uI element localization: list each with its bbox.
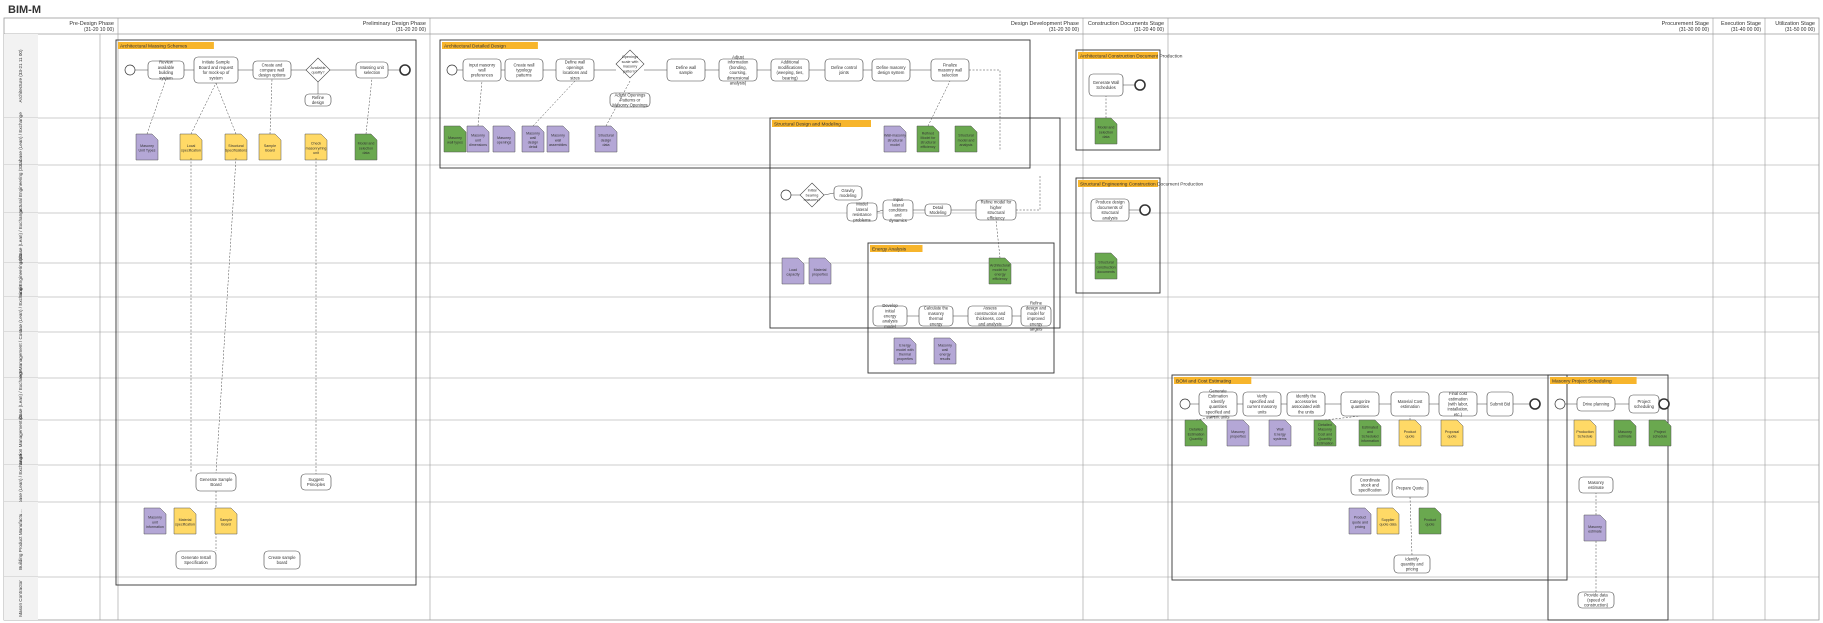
start-event-detailed: [446, 64, 458, 76]
data-object-14-text: Structural model and analysis: [958, 134, 975, 147]
data-object-0-text: Masonry Unit Types: [139, 144, 156, 153]
group-energy-label: Energy Analysis: [872, 247, 907, 253]
group-arch-cd-frame: [1075, 49, 1161, 151]
start-event-structural: [780, 189, 792, 201]
flow: [1409, 496, 1413, 556]
association: [532, 80, 576, 127]
task-bom-4-text: Material Cost estimation: [1398, 399, 1424, 409]
group-structural-design-frame: [769, 117, 1061, 329]
data-object-13-text: Refined Model for structural efficiency: [921, 131, 937, 149]
task-bom-3-text: Categorize quantities: [1350, 399, 1371, 409]
data-object-26-text: Estimated and Scheduled information: [1361, 425, 1379, 443]
swimlane-canvas: Pre-Design Phase(31-20 10 00)Preliminary…: [3, 17, 1820, 621]
task-detailed-5-text: Adjust information (bonding, coursing, dimen…: [727, 54, 749, 85]
end-event-arch-cd: [1134, 79, 1146, 91]
phase-code: (31-20 20 00): [396, 27, 426, 33]
start-event-bom: [1179, 398, 1191, 410]
group-bom-label: BOM and Cost Estimating: [1176, 379, 1232, 385]
group-massing-frame: [115, 39, 417, 586]
bim-m-process-diagram: BIM-M Pre-Design Phase (31-20 10 00) Preli…: [0, 0, 1823, 623]
association: [190, 82, 217, 135]
phase-code: (31-20 30 00): [1049, 27, 1079, 33]
data-object-37-text: Product quote: [1424, 518, 1436, 527]
group-scheduling-label: Masonry Project Scheduling: [1552, 379, 1612, 385]
association: [927, 80, 951, 127]
task-suggest-principles-text: Suggest Principles: [307, 477, 325, 487]
flow: [823, 192, 835, 196]
data-object-21-text: Masonry wall energy results: [938, 343, 952, 361]
data-object-27-text: Product quote: [1404, 430, 1416, 439]
data-object-25-text: Detailed Masonry Cost and Quantity Estimatio…: [1317, 423, 1334, 445]
phase-code: (31-40 00 00): [1731, 27, 1761, 33]
lane-label: Building Product Manufactu…: [18, 509, 23, 570]
task-wall-schedules-text: Generate Wall Schedules: [1093, 80, 1120, 90]
lane-label: Architecture (33-21 11 00): [18, 49, 23, 102]
data-object-34-text: Sample Board: [220, 518, 232, 527]
flow: [1016, 175, 1041, 211]
start-event-massing: [124, 64, 136, 76]
association: [146, 78, 167, 135]
data-object-3-text: Sample Board: [264, 144, 276, 153]
association: [215, 157, 237, 474]
association: [269, 78, 273, 135]
data-object-6-text: Masonry wall types: [447, 136, 463, 145]
group-massing-label: Architectural Massing Schemes: [120, 44, 188, 50]
data-object-29-text: Production Schedule: [1576, 430, 1593, 439]
task-gravity-text: Gravity modeling: [840, 188, 858, 198]
task-refine-design-text: Refine design: [312, 95, 325, 105]
association: [995, 219, 1001, 259]
group-arch-cd-label: Architectural Construction Document Prod…: [1080, 54, 1183, 60]
association: [477, 80, 483, 127]
group-structural-design-label: Structural Design and Modeling: [774, 122, 841, 128]
data-object-16-text: Structural construction documents: [1096, 261, 1115, 274]
task-prepare-quote-text: Prepare Quote: [1396, 485, 1424, 490]
task-review-systems-text: Review available building system: [158, 60, 175, 81]
task-coordinate-stock-text: Coordinate stock and specification: [1358, 477, 1382, 492]
association: [215, 82, 237, 135]
task-detailed-8-text: Define masonry design system: [876, 65, 906, 75]
group-detailed-design-label: Architectural Detailed Design: [444, 44, 506, 50]
phase-code: (31-50 00 00): [1785, 27, 1815, 33]
task-drive-planning-text: Drive planning: [1583, 401, 1610, 406]
flow: [876, 209, 884, 213]
data-object-23-text: Masonry properties: [1230, 430, 1246, 439]
data-object-8-text: Masonry openings: [497, 136, 512, 145]
decision-quality-text: Available quality?: [310, 66, 325, 75]
decision-openings-text: Openings scale with masonry pattern?: [622, 55, 639, 73]
end-event-bom: [1529, 398, 1541, 410]
phase-code: (31-30 00 00): [1679, 27, 1709, 33]
task-wall-options-text: Create and compare wall design options: [258, 62, 285, 77]
task-install-spec-text: Generate Install Specification: [181, 555, 211, 565]
data-object-30-text: Masonry estimate: [1618, 430, 1632, 439]
group-struct-cd-frame: [1075, 177, 1161, 294]
group-struct-cd-label: Structural Engineering Construction Docu…: [1080, 182, 1204, 188]
association: [365, 77, 373, 135]
phase-code: (31-20 40 00): [1134, 27, 1164, 33]
data-object-31-text: Project schedule: [1653, 430, 1667, 439]
task-masonry-estimate-review-text: Masonry estimate: [1588, 480, 1605, 490]
task-bom-6-text: Submit Bid: [1490, 401, 1511, 406]
lane-label: Mason Contractor: [18, 580, 23, 617]
data-object-38-text: Masonry estimate: [1588, 525, 1602, 534]
start-event-schedule: [1554, 398, 1566, 410]
end-event-massing: [399, 64, 411, 76]
association: [1324, 415, 1361, 421]
data-object-18-text: Material properties: [812, 268, 828, 277]
data-object-36-text: Supplier quote data: [1380, 518, 1397, 527]
data-object-22-text: Detailed Estimation Quantity: [1188, 428, 1205, 441]
task-refine-energy-text: Refine design and model for improved energy t…: [1026, 300, 1047, 331]
end-event-schedule: [1658, 398, 1670, 410]
end-event-struct-cd: [1139, 204, 1151, 216]
outer-frame: [3, 17, 1820, 621]
phase-code: (31-20 10 00): [84, 27, 114, 33]
task-detailed-1-text: Create wall typology patterns: [514, 62, 535, 77]
